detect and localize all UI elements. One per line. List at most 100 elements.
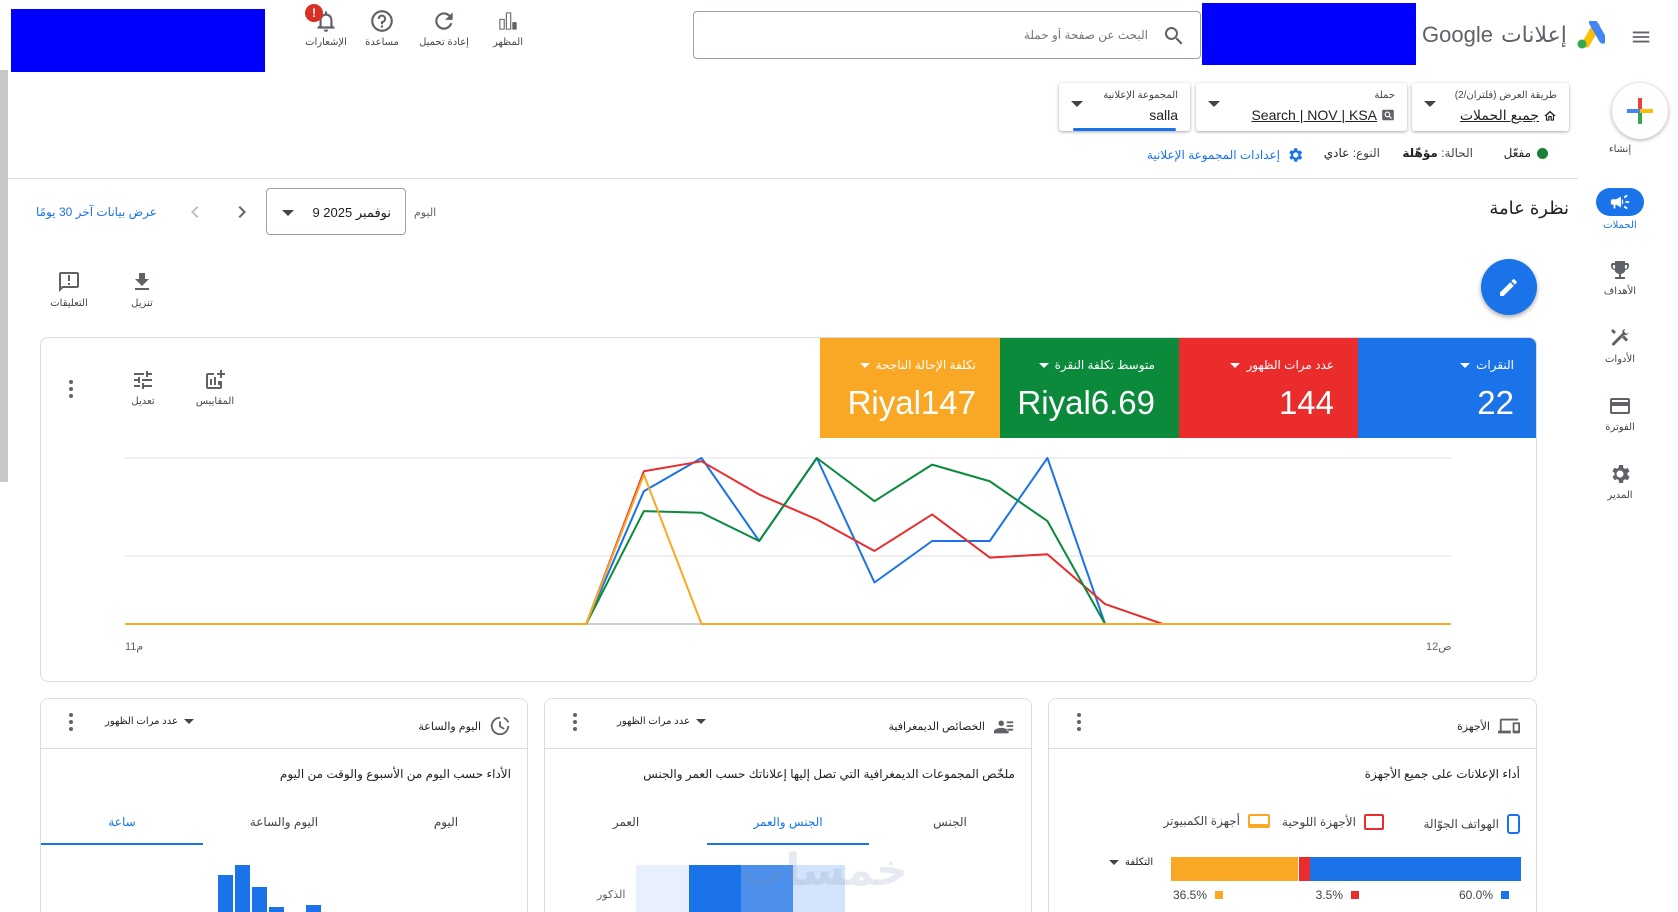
page-title: نظرة عامة	[1489, 198, 1569, 218]
type-label: النوع:	[1352, 146, 1380, 160]
create-label: إنشاء	[1608, 144, 1632, 155]
hour-bar	[269, 907, 284, 912]
devices-icon	[1498, 718, 1520, 734]
campaign-selector-label: حملة	[1374, 90, 1395, 101]
metric-clicks[interactable]: النقرات 22	[1358, 338, 1536, 438]
google-ads-logo[interactable]: Google إعلانات	[1422, 18, 1605, 52]
edit-fab[interactable]	[1481, 259, 1537, 315]
search-box[interactable]	[693, 11, 1201, 59]
chevron-down-icon	[695, 719, 706, 724]
legend-computer-label: أجهزة الكمبيوتر	[1163, 814, 1240, 828]
legend-mobile: الهواتف الجوّالة	[1423, 814, 1520, 834]
enabled-label: مفعّل	[1503, 146, 1531, 160]
menu-icon	[1632, 31, 1650, 43]
devices-panel-header: الأجهزة	[1049, 699, 1536, 749]
megaphone-icon	[1610, 194, 1630, 210]
search-input[interactable]	[708, 12, 1148, 58]
adgroup-settings-text: إعدادات المجموعة الإعلانية	[1146, 148, 1280, 162]
gear-icon	[1289, 148, 1303, 162]
metric-impressions[interactable]: عدد مرات الظهور 144	[1179, 338, 1358, 438]
tab-day-hour[interactable]: اليوم والساعة	[203, 809, 365, 845]
daytime-metric-dropdown[interactable]: عدد مرات الظهور	[105, 716, 194, 727]
adgroup-selector[interactable]: المجموعة الإعلانية salla	[1059, 83, 1190, 131]
next-date-button[interactable]	[230, 200, 254, 224]
tablet-icon	[1364, 814, 1384, 830]
daytime-title: اليوم والساعة	[418, 715, 511, 737]
sidebar-item-billing[interactable]: الفوترة	[1592, 394, 1648, 433]
chevron-right-icon	[238, 206, 246, 218]
mobile-icon	[1507, 814, 1520, 834]
demographics-metric-dropdown[interactable]: عدد مرات الظهور	[617, 716, 706, 727]
devices-title-text: الأجهزة	[1456, 720, 1490, 733]
line-chart: 12ص 11م	[125, 457, 1452, 653]
tab-gender[interactable]: الجنس	[869, 809, 1031, 845]
hour-bar	[218, 875, 233, 912]
adgroup-settings-link[interactable]: إعدادات المجموعة الإعلانية	[1147, 146, 1304, 164]
comments-label: التعليقات	[50, 298, 88, 309]
devices-metric-dropdown[interactable]: التكلفة	[1109, 857, 1153, 868]
demographics-more-menu-icon[interactable]	[573, 713, 577, 734]
metric-clicks-value: 22	[1477, 384, 1514, 421]
tune-icon	[134, 371, 152, 389]
chevron-down-icon	[282, 210, 294, 216]
appearance-icon	[499, 12, 517, 30]
tools-label: الأدوات	[1605, 354, 1635, 365]
daytime-more-menu-icon[interactable]	[69, 713, 73, 734]
appearance-button[interactable]: المظهر	[478, 8, 538, 48]
demographics-title: الخصائص الديمغرافية	[888, 715, 1015, 737]
chart-more-menu-icon[interactable]	[69, 380, 73, 401]
sidebar-item-admin[interactable]: المدير	[1592, 462, 1648, 501]
metric-cost-per-conv[interactable]: تكلفة الإحالة الناجحة Riyal147	[820, 338, 1000, 438]
metric-impressions-value: 144	[1278, 384, 1334, 421]
tab-age[interactable]: العمر	[545, 809, 707, 845]
devices-share-bar	[1170, 857, 1521, 881]
metric-cost-per-conv-value: Riyal147	[847, 384, 976, 421]
status-enabled: مفعّل	[1504, 146, 1548, 160]
create-button[interactable]	[1612, 83, 1668, 139]
daytime-subtitle: الأداء حسب اليوم من الأسبوع والوقت من ال…	[279, 767, 511, 781]
settings-gear-icon	[1612, 465, 1630, 483]
campaign-selector[interactable]: حملة Search | NOV | KSA	[1196, 83, 1407, 131]
tab-day[interactable]: اليوم	[365, 809, 527, 845]
help-label: مساعدة	[365, 37, 399, 48]
trophy-icon	[1611, 261, 1629, 279]
reload-icon	[435, 12, 453, 30]
metric-avg-cpc[interactable]: متوسط تكلفة النقرة Riyal6.69	[1000, 338, 1179, 438]
comments-button[interactable]: التعليقات	[46, 270, 92, 309]
date-value: 9 نوفمبر 2025	[312, 205, 391, 220]
download-label: تنزيل	[131, 298, 153, 309]
tab-gender-age[interactable]: الجنس والعمر	[707, 809, 869, 845]
left-scrollbar[interactable]	[0, 70, 8, 482]
devices-share-labels: 60.0% 3.5% 36.5%	[1170, 888, 1521, 904]
share-label-text: 60.0%	[1458, 888, 1493, 902]
help-button[interactable]: مساعدة	[352, 8, 412, 48]
tab-hour[interactable]: ساعة	[41, 809, 203, 845]
laptop-icon	[1248, 814, 1270, 828]
heatmap-cell	[689, 865, 741, 912]
metrics-selector-button[interactable]: المقاييس	[185, 368, 245, 407]
devices-subtitle: أداء الإعلانات على جميع الأجهزة	[1364, 767, 1520, 781]
sidebar-item-create: إنشاء	[1592, 144, 1648, 155]
daytime-panel-header: اليوم والساعة عدد مرات الظهور	[41, 699, 527, 749]
series-line-3	[125, 473, 1451, 625]
menu-button[interactable]	[1630, 26, 1652, 53]
watermark-logo: خمسات	[741, 846, 908, 895]
sidebar-item-campaigns[interactable]: الحملات	[1592, 188, 1648, 231]
demographics-tabs: الجنس الجنس والعمر العمر	[545, 809, 1031, 845]
devices-title: الأجهزة	[1457, 715, 1520, 737]
prev-date-button[interactable]	[183, 200, 207, 224]
sidebar-item-goals[interactable]: الأهداف	[1592, 258, 1648, 297]
metric-avg-cpc-value: Riyal6.69	[1017, 384, 1155, 421]
metric-impressions-label: عدد مرات الظهور	[1246, 358, 1334, 372]
last-30-days-link[interactable]: عرض بيانات آخر 30 يومًا	[36, 205, 157, 219]
sidebar-item-tools[interactable]: الأدوات	[1592, 326, 1648, 365]
date-picker[interactable]: 9 نوفمبر 2025	[266, 188, 406, 235]
adjust-button[interactable]: تعديل	[119, 368, 167, 407]
heatmap-cell	[636, 865, 689, 912]
download-button[interactable]: تنزيل	[124, 270, 160, 309]
reload-button[interactable]: إعادة تحميل	[414, 8, 474, 48]
view-selector[interactable]: طريقة العرض (فلتران/2) جميع الحملات	[1412, 83, 1569, 131]
metric-avg-cpc-label: متوسط تكلفة النقرة	[1054, 358, 1155, 372]
devices-more-menu-icon[interactable]	[1077, 713, 1081, 734]
view-selector-label: طريقة العرض (فلتران/2)	[1454, 90, 1557, 101]
